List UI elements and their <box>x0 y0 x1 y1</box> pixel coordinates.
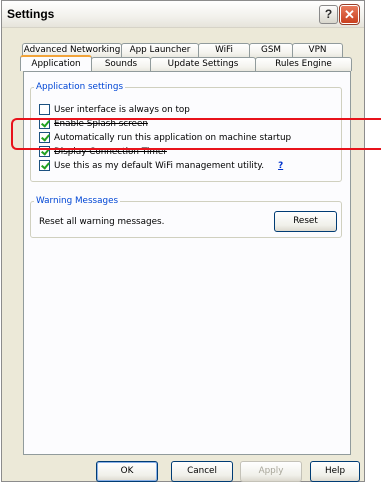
option-label: Use this as my default WiFi management u… <box>54 160 265 171</box>
application-settings-legend: Application settings <box>36 82 124 92</box>
close-icon: ✕ <box>344 7 355 22</box>
option-label: Enable Splash screen <box>54 118 148 129</box>
reset-button[interactable]: Reset <box>274 211 337 232</box>
checkbox-always-on-top[interactable] <box>39 104 50 115</box>
help-button[interactable]: Help <box>310 461 360 482</box>
cancel-button[interactable]: Cancel <box>171 461 233 482</box>
option-always-on-top[interactable]: User interface is always on top <box>39 103 190 116</box>
settings-window: Settings ? ✕ Advanced Networking App Lau… <box>1 0 365 482</box>
checkbox-default-wifi-utility[interactable] <box>39 160 50 171</box>
application-settings-group: Application settings User interface is a… <box>30 82 342 182</box>
tab-application[interactable]: Application <box>20 55 92 71</box>
option-splash-screen[interactable]: Enable Splash screen <box>39 117 148 130</box>
option-label: Display Connection Timer <box>54 146 167 157</box>
option-label: User interface is always on top <box>54 104 190 115</box>
tab-panel-application: Application settings User interface is a… <box>23 71 351 455</box>
warning-messages-legend: Warning Messages <box>36 196 119 206</box>
option-connection-timer[interactable]: Display Connection Timer <box>39 145 167 158</box>
warning-messages-text: Reset all warning messages. <box>39 217 165 227</box>
tab-sounds[interactable]: Sounds <box>91 57 151 71</box>
ok-button[interactable]: OK <box>96 461 158 482</box>
close-button[interactable]: ✕ <box>339 4 360 25</box>
help-title-button[interactable]: ? <box>319 5 338 24</box>
warning-messages-group: Warning Messages Reset all warning messa… <box>30 196 342 238</box>
checkbox-splash-screen[interactable] <box>39 118 50 129</box>
window-title: Settings <box>7 7 55 21</box>
tab-rules-engine[interactable]: Rules Engine <box>255 57 352 71</box>
tab-update-settings[interactable]: Update Settings <box>150 57 256 71</box>
tab-gsm[interactable]: GSM <box>249 43 293 57</box>
option-default-wifi-utility[interactable]: Use this as my default WiFi management u… <box>39 159 283 172</box>
apply-button[interactable]: Apply <box>240 461 302 482</box>
option-label: Automatically run this application on ma… <box>54 132 292 143</box>
tab-app-launcher[interactable]: App Launcher <box>121 43 199 57</box>
tab-row-front: Application Sounds Update Settings Rules… <box>20 55 352 71</box>
checkbox-connection-timer[interactable] <box>39 146 50 157</box>
title-bar[interactable]: Settings ? ✕ <box>2 1 364 28</box>
tab-wifi[interactable]: WiFi <box>198 43 250 57</box>
wifi-utility-help-link[interactable]: ? <box>278 161 283 171</box>
tab-vpn[interactable]: VPN <box>292 43 343 57</box>
checkbox-auto-run-startup[interactable] <box>39 132 50 143</box>
question-icon: ? <box>324 7 333 21</box>
option-auto-run-startup[interactable]: Automatically run this application on ma… <box>39 131 291 144</box>
